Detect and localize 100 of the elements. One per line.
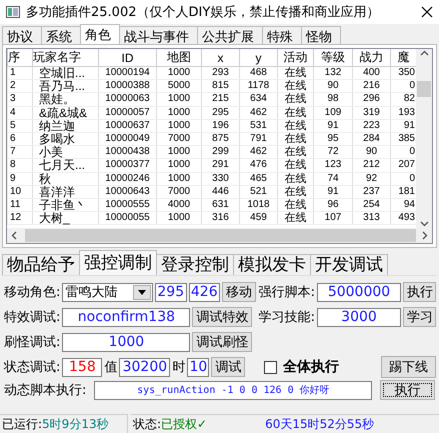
input-field[interactable]: noconfirm138: [62, 308, 190, 326]
field-label: 特效调试:: [4, 309, 60, 326]
input-field[interactable]: 3000: [317, 308, 401, 326]
table-cell: 在线: [278, 119, 314, 132]
table-cell: 313: [352, 212, 390, 225]
column-header[interactable]: ID: [98, 49, 156, 66]
table-cell: 1000: [156, 212, 202, 225]
table-cell: 72: [314, 146, 352, 159]
app-icon: [6, 6, 20, 18]
table-cell: 喜洋洋: [32, 185, 98, 198]
table-cell: 7000: [156, 185, 202, 198]
table-cell: 10000063: [98, 92, 156, 106]
table-cell: 在线: [278, 146, 314, 159]
tab[interactable]: 登录控制: [156, 254, 234, 275]
input-field[interactable]: 1000: [62, 332, 190, 352]
checkbox[interactable]: 全体执行: [264, 358, 339, 376]
column-header[interactable]: x: [202, 49, 240, 66]
table-cell: 10: [8, 185, 32, 198]
scroll-up-icon: [420, 49, 428, 58]
table-cell: 296: [352, 92, 390, 106]
tab[interactable]: 物品给予: [2, 254, 80, 275]
table-cell: 109: [314, 106, 352, 120]
input-field[interactable]: 10: [187, 358, 210, 376]
button[interactable]: 调试特效: [192, 307, 252, 327]
status-label: 已运行:: [2, 416, 42, 432]
table-cell: 10000643: [98, 185, 156, 198]
table-cell: 吾乃马...: [32, 80, 98, 93]
table-cell: 815: [202, 80, 240, 93]
input-field[interactable]: 295: [155, 282, 186, 302]
input-field[interactable]: 30200: [119, 358, 170, 376]
table-cell: 4: [8, 106, 32, 120]
column-header[interactable]: 序: [8, 49, 32, 66]
table-cell: 299: [202, 146, 240, 159]
field-label: 强行脚本:: [258, 284, 315, 301]
table-cell: 316: [202, 212, 240, 225]
table-cell: 90: [314, 80, 352, 93]
table-cell: 1000: [156, 172, 202, 186]
column-header[interactable]: 地图: [156, 49, 202, 66]
table-cell: 91: [314, 185, 352, 198]
input-field[interactable]: sys_runAction -1 0 0 126 0 你好呀: [94, 380, 372, 400]
table-cell: 98: [314, 92, 352, 106]
table-cell: 96: [314, 198, 352, 212]
table-cell: 1178: [240, 80, 278, 93]
tab[interactable]: 模拟发卡: [233, 254, 311, 275]
table-cell: 大树_: [32, 212, 98, 225]
table-cell: 子非鱼丶: [32, 198, 98, 212]
close-icon: [421, 6, 433, 18]
tab[interactable]: 战斗与事件: [119, 26, 198, 44]
table-cell: 10000049: [98, 132, 156, 146]
tab[interactable]: 协议: [2, 26, 42, 44]
tab[interactable]: 开发调试: [310, 254, 388, 275]
table-cell: 小美: [32, 146, 98, 159]
input-field[interactable]: 158: [62, 358, 102, 376]
table-cell: 1000: [156, 119, 202, 132]
table-cell: 10000388: [98, 80, 156, 93]
table-cell: 1000: [156, 158, 202, 172]
tab[interactable]: 特殊: [262, 26, 302, 44]
button[interactable]: 学习: [403, 307, 436, 327]
input-field[interactable]: 426: [188, 282, 220, 302]
table-cell: 空城旧...: [32, 66, 98, 80]
table-cell: 5000: [156, 80, 202, 93]
column-header[interactable]: y: [240, 49, 278, 66]
table-cell: 1018: [240, 198, 278, 212]
column-header[interactable]: 活动: [278, 49, 314, 66]
button[interactable]: 执行: [403, 282, 436, 302]
table-cell: 在线: [278, 132, 314, 146]
table-cell: 284: [352, 132, 390, 146]
table-cell: 多喝水: [32, 132, 98, 146]
button[interactable]: 调试: [211, 357, 246, 377]
column-header[interactable]: 战力: [352, 49, 390, 66]
tab[interactable]: 怪物: [301, 26, 341, 44]
column-header[interactable]: 魔: [390, 49, 416, 66]
table-cell: 462: [240, 146, 278, 159]
table-cell: 10000057: [98, 106, 156, 120]
status-label: 状态:: [133, 416, 162, 432]
input-field[interactable]: 5000000: [317, 282, 401, 302]
table-cell: 在线: [278, 80, 314, 93]
scroll-thumb[interactable]: [417, 80, 431, 96]
table-cell: 10000055: [98, 212, 156, 225]
table-cell: 10000194: [98, 66, 156, 80]
table-cell: 123: [314, 158, 352, 172]
table-cell: 196: [202, 119, 240, 132]
table-cell: 237: [352, 185, 390, 198]
table-cell: 6: [8, 132, 32, 146]
dropdown[interactable]: 雷鸣大陆: [62, 282, 153, 302]
table-cell: 10000438: [98, 146, 156, 159]
tab[interactable]: 角色: [80, 24, 120, 44]
scroll-thumb[interactable]: [25, 229, 416, 242]
table-cell: 459: [240, 212, 278, 225]
tab[interactable]: 强控调制: [79, 250, 157, 275]
table-cell: 215: [202, 92, 240, 106]
button[interactable]: 踢下线: [381, 356, 436, 378]
tab[interactable]: 系统: [41, 26, 81, 44]
button[interactable]: 执行: [380, 380, 435, 400]
tab[interactable]: 公共扩展: [197, 26, 263, 44]
table-cell: 7: [8, 146, 32, 159]
button[interactable]: 移动: [222, 282, 256, 302]
column-header[interactable]: 等级: [314, 49, 352, 66]
table-cell: 400: [352, 66, 390, 80]
button[interactable]: 调试刷怪: [192, 332, 252, 352]
